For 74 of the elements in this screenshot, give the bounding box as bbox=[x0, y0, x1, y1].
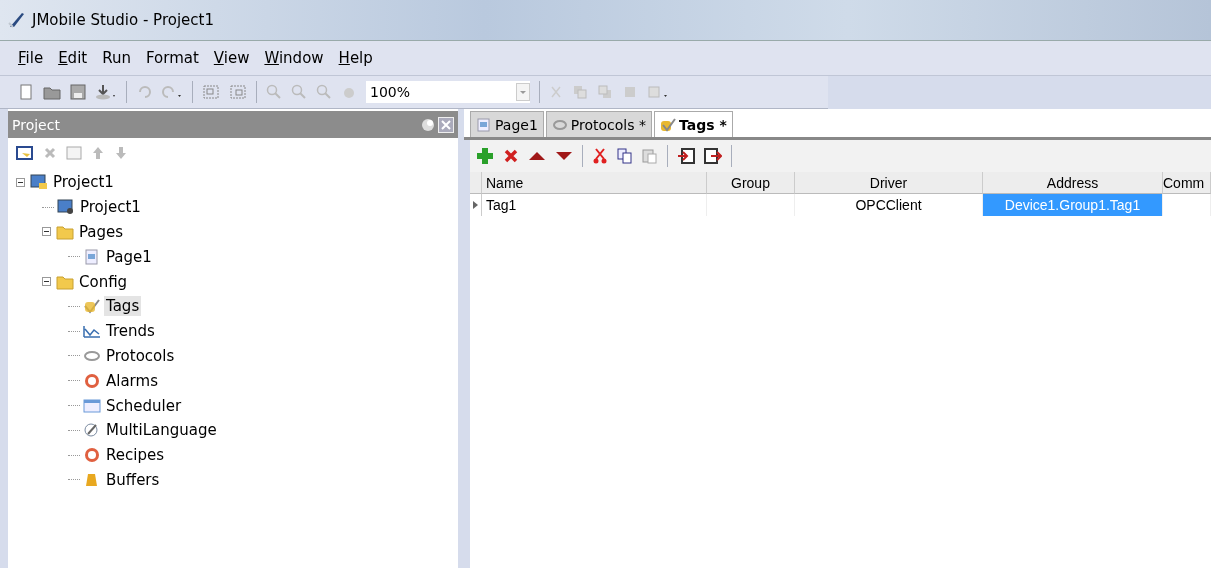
row-pointer-icon bbox=[473, 201, 478, 209]
column-header[interactable]: Address bbox=[983, 172, 1163, 194]
menu-item[interactable]: Format bbox=[145, 49, 199, 67]
zoom-out-icon[interactable] bbox=[291, 84, 307, 100]
tree-item[interactable]: Pages bbox=[77, 222, 126, 242]
tree-item[interactable]: Page1 bbox=[104, 246, 154, 267]
tree-item[interactable]: Protocols bbox=[104, 345, 177, 366]
table-cell: Tag1 bbox=[482, 194, 707, 216]
tree-item[interactable]: Recipes bbox=[104, 445, 166, 466]
tree-item[interactable]: Buffers bbox=[104, 469, 162, 490]
menu-item[interactable]: Window bbox=[264, 49, 324, 67]
menu-item[interactable]: File bbox=[18, 49, 44, 67]
corner-header[interactable] bbox=[470, 172, 482, 194]
editor-tab[interactable]: Tags * bbox=[654, 111, 733, 137]
tree-item[interactable]: MultiLanguage bbox=[104, 420, 219, 441]
add-icon[interactable] bbox=[476, 147, 494, 165]
panel-title: Project bbox=[12, 116, 60, 133]
zoom-combo[interactable]: 100% bbox=[366, 81, 530, 103]
up-arrow-icon[interactable] bbox=[91, 145, 105, 161]
save-icon[interactable] bbox=[70, 84, 86, 100]
window-icon[interactable] bbox=[16, 145, 34, 161]
column-header[interactable]: Name bbox=[482, 172, 707, 194]
app-logo-icon bbox=[8, 11, 26, 29]
dropdown-icon bbox=[516, 83, 530, 101]
table-cell: Device1.Group1.Tag1 bbox=[983, 194, 1163, 216]
page-icon bbox=[83, 248, 101, 265]
delete-icon[interactable] bbox=[503, 148, 519, 164]
new-file-icon[interactable] bbox=[18, 84, 34, 100]
tree-item[interactable]: Alarms bbox=[104, 370, 160, 391]
tree-item[interactable]: Scheduler bbox=[104, 395, 184, 416]
collapse-icon[interactable] bbox=[42, 277, 51, 287]
zoom-icon[interactable] bbox=[316, 84, 332, 100]
group-icon[interactable] bbox=[202, 84, 220, 100]
send-backward-icon[interactable] bbox=[597, 84, 613, 100]
folder-icon bbox=[56, 273, 74, 290]
redo-icon[interactable] bbox=[161, 84, 183, 100]
undo-icon[interactable] bbox=[136, 84, 152, 100]
folder-icon bbox=[56, 224, 74, 240]
bring-forward-icon[interactable] bbox=[572, 84, 588, 100]
download-icon[interactable] bbox=[95, 84, 117, 100]
page-icon bbox=[476, 117, 492, 132]
menu-item[interactable]: Run bbox=[102, 49, 131, 67]
settings-icon bbox=[57, 199, 75, 216]
tree-item[interactable]: Trends bbox=[104, 321, 157, 342]
window-title: JMobile Studio - Project1 bbox=[32, 11, 214, 29]
copy-icon[interactable] bbox=[617, 147, 633, 165]
tree-item[interactable]: Config bbox=[77, 271, 130, 292]
collapse-icon[interactable] bbox=[16, 177, 25, 187]
project-icon bbox=[30, 174, 48, 191]
zoom-in-icon[interactable] bbox=[266, 84, 282, 100]
cut-icon[interactable] bbox=[592, 147, 608, 165]
editor-tab[interactable]: Page1 bbox=[470, 111, 544, 137]
column-header[interactable]: Driver bbox=[795, 172, 983, 194]
scheduler-icon bbox=[83, 397, 101, 414]
tree-item[interactable]: Tags bbox=[104, 296, 142, 317]
send-to-back-icon[interactable] bbox=[647, 84, 669, 100]
editor-tab[interactable]: Protocols * bbox=[545, 111, 652, 137]
collapse-icon[interactable] bbox=[42, 227, 51, 237]
paste-icon[interactable] bbox=[642, 147, 658, 165]
menu-item[interactable]: Help bbox=[338, 49, 373, 67]
trends-icon bbox=[83, 323, 101, 340]
column-header[interactable]: Group bbox=[707, 172, 795, 194]
menu-item[interactable]: Edit bbox=[58, 49, 88, 67]
tree-item[interactable]: Project1 bbox=[78, 197, 143, 218]
folder-icon[interactable] bbox=[43, 84, 61, 100]
down-arrow-icon[interactable] bbox=[114, 145, 128, 161]
export-icon[interactable] bbox=[704, 147, 722, 165]
close-icon[interactable] bbox=[438, 116, 454, 133]
ungroup-icon[interactable] bbox=[229, 84, 247, 100]
tree-item[interactable]: Project1 bbox=[51, 172, 116, 193]
pin-icon[interactable] bbox=[420, 116, 436, 133]
column-header[interactable]: Comm bbox=[1163, 172, 1211, 194]
import-icon[interactable] bbox=[677, 147, 695, 165]
menu-item[interactable]: View bbox=[213, 49, 250, 67]
